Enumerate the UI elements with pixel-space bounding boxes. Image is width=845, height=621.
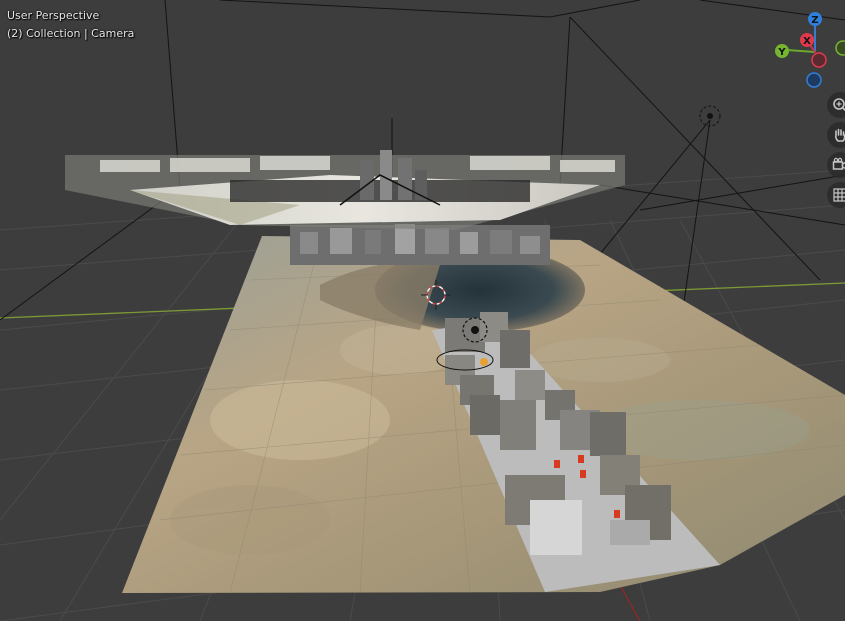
viewport-collection-label: (2) Collection | Camera xyxy=(7,27,135,40)
neg-z-axis-icon[interactable] xyxy=(806,72,822,88)
camera-icon xyxy=(832,157,845,170)
city-cluster xyxy=(290,224,550,265)
neg-x-axis-icon[interactable] xyxy=(811,52,827,68)
viewport-mode-label: User Perspective xyxy=(7,9,100,22)
svg-text:Z: Z xyxy=(811,15,818,26)
grid-view-icon xyxy=(833,188,845,202)
pan-hand-icon xyxy=(834,128,845,142)
neg-y-axis-icon[interactable] xyxy=(835,40,845,56)
3d-viewport[interactable]: Z X Y xyxy=(0,0,845,621)
zoom-icon xyxy=(833,98,845,112)
svg-text:Y: Y xyxy=(777,47,786,58)
svg-text:X: X xyxy=(803,36,811,47)
